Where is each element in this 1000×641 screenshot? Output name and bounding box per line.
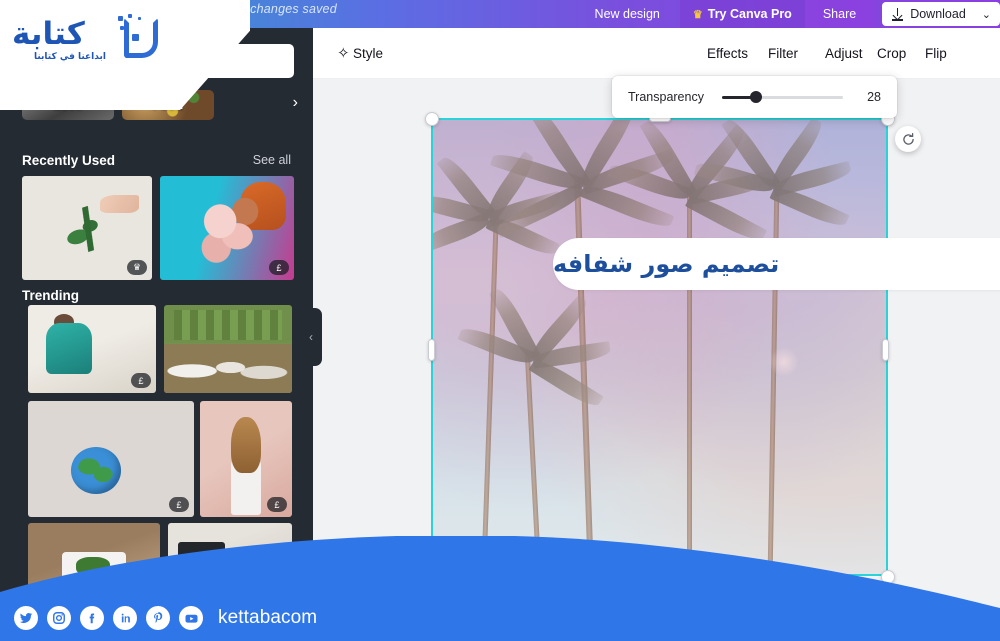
resize-handle-left[interactable] <box>428 339 435 361</box>
see-all-link[interactable]: See all <box>253 153 291 167</box>
logo-arabic-text: كتابة <box>12 16 86 52</box>
arabic-title-text: تصميم صور شفافه <box>553 250 780 278</box>
screenshot-root: All changes saved New design ♛ Try Canva… <box>0 0 1000 641</box>
youtube-icon[interactable] <box>179 606 203 630</box>
tool-filter[interactable]: Filter <box>768 46 798 61</box>
sparkle-icon: ✧ <box>337 45 350 62</box>
list-item[interactable]: ♛ <box>164 305 292 393</box>
rotate-icon <box>902 132 914 145</box>
download-icon <box>892 8 904 21</box>
sidebar-collapse-button[interactable]: ‹ <box>300 308 322 366</box>
crown-badge: ♛ <box>267 373 287 388</box>
chevron-right-icon[interactable]: › <box>293 94 298 112</box>
download-dropdown-button[interactable]: ⌄ <box>977 2 1000 26</box>
palm-trees-art <box>431 118 888 576</box>
crown-badge: ♛ <box>127 260 147 275</box>
linkedin-icon[interactable] <box>113 606 137 630</box>
price-badge: £ <box>169 497 189 512</box>
download-button[interactable]: Download <box>882 2 978 26</box>
share-button[interactable]: Share <box>804 0 875 28</box>
instagram-icon[interactable] <box>47 606 71 630</box>
transparency-value: 28 <box>867 90 881 104</box>
list-item[interactable]: £ <box>160 176 294 280</box>
facebook-icon[interactable] <box>80 606 104 630</box>
tool-adjust[interactable]: Adjust <box>825 46 863 61</box>
palm-trees-photo[interactable] <box>431 118 888 576</box>
brand-handle: kettabacom <box>218 607 318 628</box>
list-item[interactable]: ♛ <box>22 176 152 280</box>
pinterest-icon[interactable] <box>146 606 170 630</box>
logo-tagline-text: ابداعنا في كتابنا <box>34 52 106 62</box>
tool-crop[interactable]: Crop <box>877 46 906 61</box>
section-title-trending: Trending <box>22 288 79 303</box>
twitter-icon[interactable] <box>14 606 38 630</box>
logo-mark-icon <box>116 14 162 62</box>
transparency-slider-handle[interactable] <box>749 91 762 103</box>
top-bar-actions: New design ♛ Try Canva Pro Share Downloa… <box>575 0 1000 28</box>
image-toolbar: ✧ Style Effects Filter Adjust Crop Flip … <box>313 28 1000 79</box>
social-bar: kettabacom <box>0 595 1000 641</box>
resize-handle-top-left[interactable] <box>425 112 439 126</box>
chevron-left-icon: ‹ <box>309 330 313 344</box>
resize-handle-right[interactable] <box>882 339 889 361</box>
new-design-button[interactable]: New design <box>575 0 680 28</box>
try-pro-label: Try Canva Pro <box>707 7 792 21</box>
price-badge: £ <box>269 260 289 275</box>
section-title-recently-used: Recently Used <box>22 153 116 168</box>
list-item[interactable]: £ <box>28 305 156 393</box>
try-canva-pro-button[interactable]: ♛ Try Canva Pro <box>679 0 805 28</box>
transparency-popup: Transparency 28 <box>612 76 897 118</box>
arabic-title-banner: تصميم صور شفافه <box>553 238 1000 290</box>
tool-style[interactable]: Style <box>353 46 383 61</box>
rotate-handle[interactable] <box>895 126 921 152</box>
price-badge: £ <box>267 497 287 512</box>
kettaba-logo: كتابة ابداعنا في كتابنا <box>12 14 160 70</box>
transparency-label: Transparency <box>628 90 704 104</box>
tool-flip[interactable]: Flip <box>925 46 947 61</box>
price-badge: £ <box>131 373 151 388</box>
download-label: Download <box>910 7 966 21</box>
list-item[interactable]: £ <box>28 401 194 517</box>
tool-effects[interactable]: Effects <box>707 46 748 61</box>
transparency-slider[interactable] <box>721 91 843 103</box>
list-item[interactable]: £ <box>200 401 292 517</box>
crown-icon: ♛ <box>692 8 703 21</box>
